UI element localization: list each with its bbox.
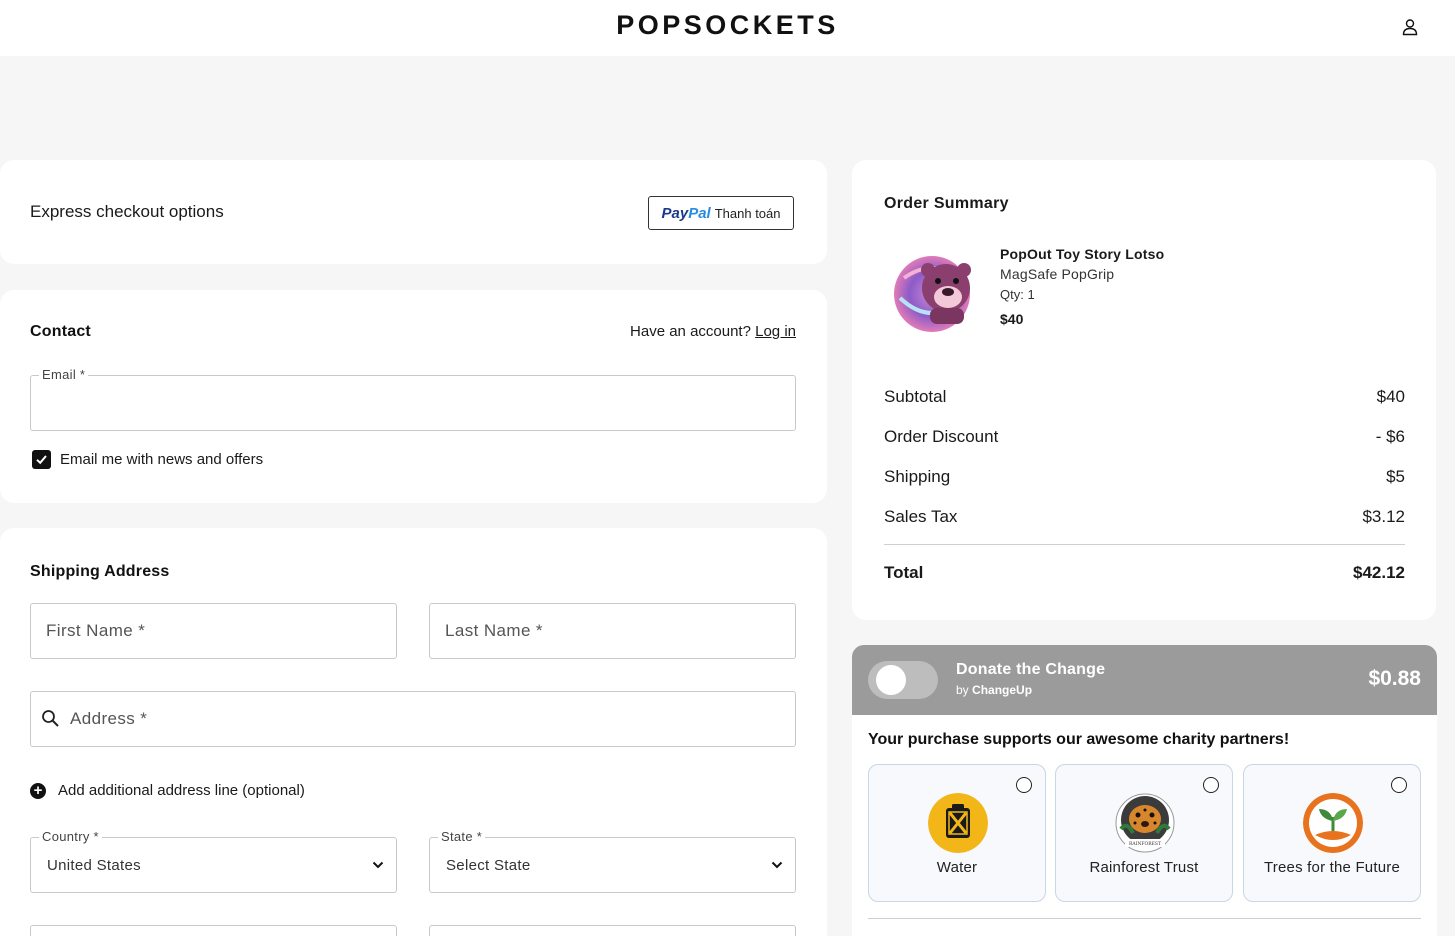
add-address-line-label: Add additional address line (optional)	[58, 782, 305, 799]
charity-panel: Your purchase supports our awesome chari…	[852, 715, 1437, 936]
email-input[interactable]	[31, 376, 795, 430]
product-name: PopOut Toy Story Lotso	[1000, 246, 1165, 262]
total-value: $42.12	[1353, 563, 1405, 582]
zip-field[interactable]	[429, 925, 796, 936]
newsletter-checkbox-row[interactable]: Email me with news and offers	[32, 450, 263, 469]
shipping-title: Shipping Address	[30, 563, 170, 580]
line-label: Shipping	[884, 467, 951, 486]
city-field[interactable]	[30, 925, 397, 936]
donate-by: by ChangeUp	[956, 683, 1033, 697]
water-jerrycan-icon	[928, 793, 988, 853]
first-name-field[interactable]	[30, 603, 397, 659]
country-value: United States	[47, 857, 141, 874]
donate-change-bar: Donate the Change by ChangeUp $0.88	[852, 645, 1437, 715]
charity-radio[interactable]	[1391, 777, 1407, 793]
line-label: Subtotal	[884, 387, 947, 406]
state-value: Select State	[446, 857, 531, 874]
email-field[interactable]: Email *	[30, 367, 796, 431]
charity-option-trees-for-the-future[interactable]: Trees for the Future	[1243, 764, 1421, 902]
total-label: Total	[884, 563, 924, 582]
donate-toggle[interactable]	[868, 661, 938, 699]
email-label: Email *	[39, 367, 89, 382]
donate-amount: $0.88	[1368, 667, 1421, 690]
paypal-button-label: Thanh toán	[714, 205, 781, 221]
last-name-field[interactable]	[429, 603, 796, 659]
svg-text:RAINFOREST: RAINFOREST	[1129, 841, 1161, 847]
express-checkout-card: Express checkout options PayPal Thanh to…	[0, 160, 827, 264]
order-summary-title: Order Summary	[884, 195, 1009, 212]
chevron-down-icon	[372, 861, 384, 869]
express-checkout-label: Express checkout options	[30, 202, 224, 221]
product-price: $40	[1000, 311, 1024, 327]
user-icon[interactable]	[1401, 18, 1419, 36]
contact-card: Contact Have an account? Log in Email * …	[0, 290, 827, 503]
checkmark-icon	[36, 455, 47, 465]
product-image	[894, 256, 971, 332]
shipping-card: Shipping Address + Add additional addres…	[0, 528, 827, 936]
line-value: - $6	[1375, 427, 1405, 446]
subtotal-row: Subtotal $40	[884, 387, 1405, 407]
jaguar-logo-icon: RAINFOREST	[1115, 793, 1175, 853]
charity-radio[interactable]	[1016, 777, 1032, 793]
address-input[interactable]	[31, 692, 795, 746]
address-field[interactable]	[30, 691, 796, 747]
line-label: Sales Tax	[884, 507, 958, 526]
shipping-row: Shipping $5	[884, 467, 1405, 487]
last-name-input[interactable]	[430, 604, 795, 658]
add-address-line-button[interactable]: + Add additional address line (optional)	[30, 782, 305, 799]
first-name-input[interactable]	[31, 604, 396, 658]
plus-circle-icon: +	[30, 782, 46, 799]
charity-option-water[interactable]: Water	[868, 764, 1046, 902]
charity-heading: Your purchase supports our awesome chari…	[868, 731, 1290, 748]
brand-logo[interactable]: POPSOCKETS	[0, 10, 1455, 41]
state-select[interactable]: State * Select State	[429, 829, 796, 893]
have-account-text: Have an account? Log in	[630, 323, 796, 340]
line-value: $3.12	[1362, 507, 1405, 526]
country-label: Country *	[39, 829, 102, 844]
line-value: $5	[1386, 467, 1405, 486]
toggle-knob	[876, 665, 906, 695]
top-bar: POPSOCKETS	[0, 0, 1455, 56]
discount-row: Order Discount - $6	[884, 427, 1405, 447]
order-summary-card: Order Summary PopOut Toy Story Lotso Mag…	[852, 160, 1436, 620]
charity-name: Rainforest Trust	[1089, 859, 1199, 876]
search-icon	[42, 710, 59, 727]
newsletter-checkbox[interactable]	[32, 450, 51, 469]
charity-radio[interactable]	[1203, 777, 1219, 793]
state-label: State *	[438, 829, 486, 844]
chevron-down-icon	[771, 861, 783, 869]
newsletter-label: Email me with news and offers	[60, 451, 264, 468]
paypal-logo: PayPal	[661, 204, 711, 222]
sales-tax-row: Sales Tax $3.12	[884, 507, 1405, 527]
login-link[interactable]: Log in	[755, 323, 796, 340]
charity-name: Trees for the Future	[1264, 859, 1400, 876]
charity-option-rainforest-trust[interactable]: RAINFOREST Rainforest Trust	[1055, 764, 1233, 902]
total-row: Total $42.12	[884, 563, 1405, 583]
summary-divider	[884, 544, 1405, 545]
line-value: $40	[1376, 387, 1405, 406]
tree-sprout-icon	[1303, 793, 1363, 853]
country-select[interactable]: Country * United States	[30, 829, 397, 893]
paypal-button[interactable]: PayPal Thanh toán	[648, 196, 794, 230]
charity-name: Water	[936, 859, 978, 876]
contact-title: Contact	[30, 323, 91, 340]
product-subtitle: MagSafe PopGrip	[1000, 266, 1115, 282]
line-label: Order Discount	[884, 427, 999, 446]
charity-panel-divider	[868, 918, 1421, 919]
donate-title: Donate the Change	[956, 661, 1106, 678]
product-qty: Qty: 1	[1000, 287, 1035, 302]
